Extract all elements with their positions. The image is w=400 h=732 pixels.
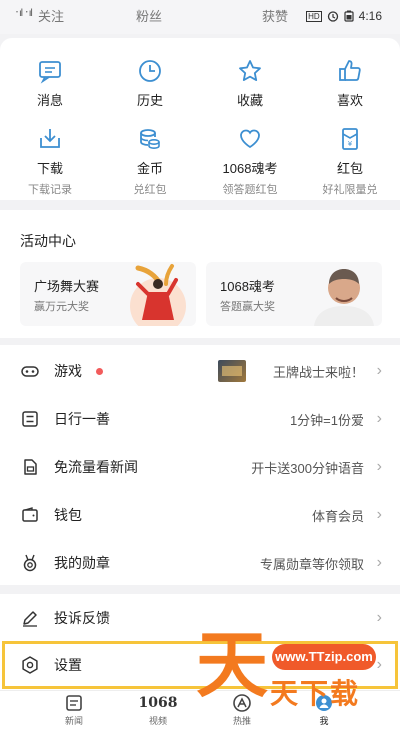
activity-banner-dance[interactable]: 广场舞大赛 赢万元大奖 bbox=[20, 262, 196, 326]
menu-item-label: 钱包 bbox=[54, 507, 82, 523]
coins-icon bbox=[140, 129, 160, 150]
video-1068-icon: 1068 bbox=[138, 695, 178, 711]
thumbs-up-icon bbox=[339, 60, 361, 81]
status-right: HD 4:16 bbox=[306, 9, 382, 23]
quick-item-sublabel: 领答题红包 bbox=[222, 184, 278, 196]
status-faded-center: 粉丝 bbox=[136, 9, 163, 24]
quick-item-label: 1068魂考 bbox=[222, 161, 278, 176]
status-faded-left: 关注 bbox=[38, 9, 65, 24]
quick-item-download[interactable]: 下载 下载记录 bbox=[0, 126, 100, 197]
quick-item-label: 收藏 bbox=[236, 93, 263, 108]
watermark-text: 天下载 bbox=[270, 678, 361, 709]
alarm-icon bbox=[327, 11, 338, 22]
menu-item-value: 1分钟=1份爱 bbox=[289, 412, 364, 428]
charity-icon bbox=[22, 411, 38, 427]
quick-access-row-1: 消息 历史 收藏 喜欢 bbox=[0, 58, 400, 109]
dancer-illustration-icon bbox=[130, 264, 186, 326]
tab-label: 热推 bbox=[232, 716, 251, 726]
status-faded-right: 获赞 bbox=[262, 9, 289, 24]
menu-item-value: 专属勋章等你领取 bbox=[259, 556, 364, 572]
banner-subtitle: 答题赢大奖 bbox=[220, 301, 275, 313]
activity-center-card: 活动中心 广场舞大赛 赢万元大奖 1068魂考 答题赢大奖 bbox=[0, 210, 400, 338]
quick-access-row-2: 下载 下载记录 金币 兑红包 1068魂考 领答题红包 ¥ 红包 好礼限量兑 bbox=[0, 126, 400, 197]
tab-news[interactable]: 新闻 bbox=[44, 693, 104, 727]
quick-item-coins[interactable]: 金币 兑红包 bbox=[100, 126, 200, 197]
quick-item-likes[interactable]: 喜欢 bbox=[300, 58, 400, 109]
quick-item-sublabel: 下载记录 bbox=[28, 184, 72, 196]
status-bar: ᛫ıl ᛫ıl 关注 粉丝 获赞 HD 4:16 bbox=[0, 0, 400, 34]
quick-item-label: 喜欢 bbox=[336, 93, 363, 108]
chevron-right-icon: › bbox=[376, 656, 382, 673]
message-icon bbox=[39, 61, 61, 84]
star-icon bbox=[239, 60, 261, 81]
news-icon bbox=[66, 695, 82, 711]
battery-icon bbox=[344, 10, 354, 22]
clock-icon bbox=[139, 60, 161, 82]
menu-item-label: 投诉反馈 bbox=[54, 610, 110, 626]
watermark-url: www.TTzip.com bbox=[272, 644, 376, 670]
notification-dot bbox=[96, 367, 103, 375]
chevron-right-icon: › bbox=[376, 554, 382, 571]
edit-icon bbox=[23, 611, 37, 627]
menu-item-label: 我的勋章 bbox=[54, 555, 110, 571]
signal-icon: ᛫ıl ᛫ıl bbox=[14, 8, 33, 19]
menu-item-label: 日行一善 bbox=[54, 411, 110, 427]
menu-item-value: 王牌战士来啦！ bbox=[272, 364, 364, 380]
quick-item-sublabel: 兑红包 bbox=[133, 184, 167, 196]
tab-video[interactable]: 1068 视频 bbox=[128, 693, 188, 727]
menu-item-free-data[interactable]: 免流量看新闻 开卡送300分钟语音 › bbox=[0, 443, 400, 491]
watermark-char: 天 bbox=[196, 626, 269, 706]
svg-text:¥: ¥ bbox=[348, 140, 353, 148]
menu-item-label: 免流量看新闻 bbox=[54, 459, 138, 475]
menu-item-wallet[interactable]: 钱包 体育会员 › bbox=[0, 491, 400, 539]
chevron-right-icon: › bbox=[376, 410, 382, 427]
quick-item-sublabel: 好礼限量兑 bbox=[322, 184, 378, 196]
quick-item-label: 历史 bbox=[136, 93, 163, 108]
quick-item-history[interactable]: 历史 bbox=[100, 58, 200, 109]
medal-icon bbox=[23, 554, 37, 572]
chevron-right-icon: › bbox=[376, 609, 382, 626]
menu-item-label: 设置 bbox=[54, 657, 82, 673]
settings-icon bbox=[22, 656, 38, 674]
tab-label: 我 bbox=[319, 716, 329, 726]
banner-title: 1068魂考 bbox=[220, 279, 275, 294]
wallet-icon bbox=[22, 507, 38, 522]
quick-item-label: 下载 bbox=[36, 161, 63, 176]
menu-item-value: 体育会员 bbox=[311, 508, 364, 524]
chevron-right-icon: › bbox=[376, 362, 382, 379]
menu-item-medals[interactable]: 我的勋章 专属勋章等你领取 › bbox=[0, 539, 400, 587]
game-thumbnail bbox=[218, 360, 246, 382]
activity-center-title: 活动中心 bbox=[20, 233, 76, 249]
gamepad-icon bbox=[21, 366, 39, 377]
quick-item-label: 红包 bbox=[336, 161, 363, 176]
download-icon bbox=[40, 129, 60, 148]
heart-icon bbox=[240, 129, 260, 149]
chevron-right-icon: › bbox=[376, 506, 382, 523]
menu-item-charity[interactable]: 日行一善 1分钟=1份爱 › bbox=[0, 395, 400, 443]
banner-subtitle: 赢万元大奖 bbox=[34, 301, 89, 313]
menu-item-value: 开卡送300分钟语音 bbox=[251, 460, 364, 476]
chevron-right-icon: › bbox=[376, 458, 382, 475]
activity-banner-quiz[interactable]: 1068魂考 答题赢大奖 bbox=[206, 262, 382, 326]
quick-item-quiz[interactable]: 1068魂考 领答题红包 bbox=[200, 126, 300, 197]
host-portrait-icon bbox=[314, 269, 374, 326]
quick-item-messages[interactable]: 消息 bbox=[0, 58, 100, 109]
red-packet-icon: ¥ bbox=[342, 128, 358, 150]
menu-item-games[interactable]: 游戏 王牌战士来啦！ › bbox=[0, 347, 400, 395]
quick-item-red-packet[interactable]: ¥ 红包 好礼限量兑 bbox=[300, 126, 400, 197]
banner-title: 广场舞大赛 bbox=[34, 279, 100, 294]
sim-card-icon bbox=[24, 459, 37, 475]
status-time: 4:16 bbox=[358, 9, 382, 23]
menu-list-card: 游戏 王牌战士来啦！ › 日行一善 1分钟=1份爱 › 免流量看新闻 开卡送30… bbox=[0, 345, 400, 585]
quick-item-favorites[interactable]: 收藏 bbox=[200, 58, 300, 109]
quick-access-card: 消息 历史 收藏 喜欢 下载 下载记录 金币 兑红包 1068魂考 领答题红包 … bbox=[0, 38, 400, 200]
menu-item-label: 游戏 bbox=[54, 363, 82, 379]
tab-label: 视频 bbox=[148, 716, 167, 726]
quick-item-label: 金币 bbox=[136, 161, 163, 176]
hd-icon: HD bbox=[306, 10, 322, 22]
quick-item-label: 消息 bbox=[36, 93, 63, 108]
tab-label: 新闻 bbox=[64, 716, 83, 726]
